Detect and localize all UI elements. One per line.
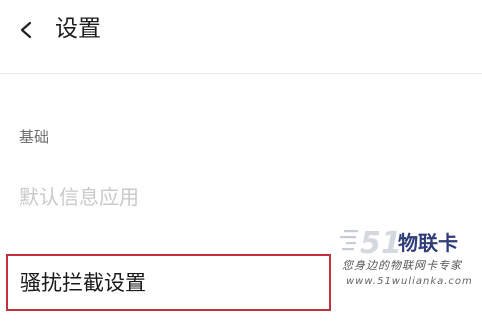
- back-button[interactable]: [12, 15, 42, 45]
- harassment-block-settings-label: 骚扰拦截设置: [20, 271, 146, 295]
- default-sms-app-item: 默认信息应用: [19, 185, 139, 209]
- svg-text:51: 51: [360, 226, 402, 260]
- settings-page: 设置 基础 默认信息应用 骚扰拦截设置 51 物联卡 您身边的物联网卡专家 ww…: [0, 0, 482, 322]
- header-divider: [0, 73, 482, 74]
- svg-text:物联卡: 物联卡: [398, 231, 458, 255]
- page-title: 设置: [55, 16, 101, 42]
- brand-logo: 51 物联卡: [340, 226, 458, 260]
- watermark-tagline: 您身边的物联网卡专家: [342, 259, 462, 272]
- section-label-basic: 基础: [19, 128, 50, 146]
- watermark: 51 物联卡 您身边的物联网卡专家 www.51wulianka.com: [338, 222, 478, 294]
- chevron-left-icon: [20, 21, 32, 39]
- watermark-url: www.51wulianka.com: [346, 276, 473, 287]
- header: 设置: [0, 0, 482, 62]
- harassment-block-settings-item[interactable]: 骚扰拦截设置: [6, 254, 331, 311]
